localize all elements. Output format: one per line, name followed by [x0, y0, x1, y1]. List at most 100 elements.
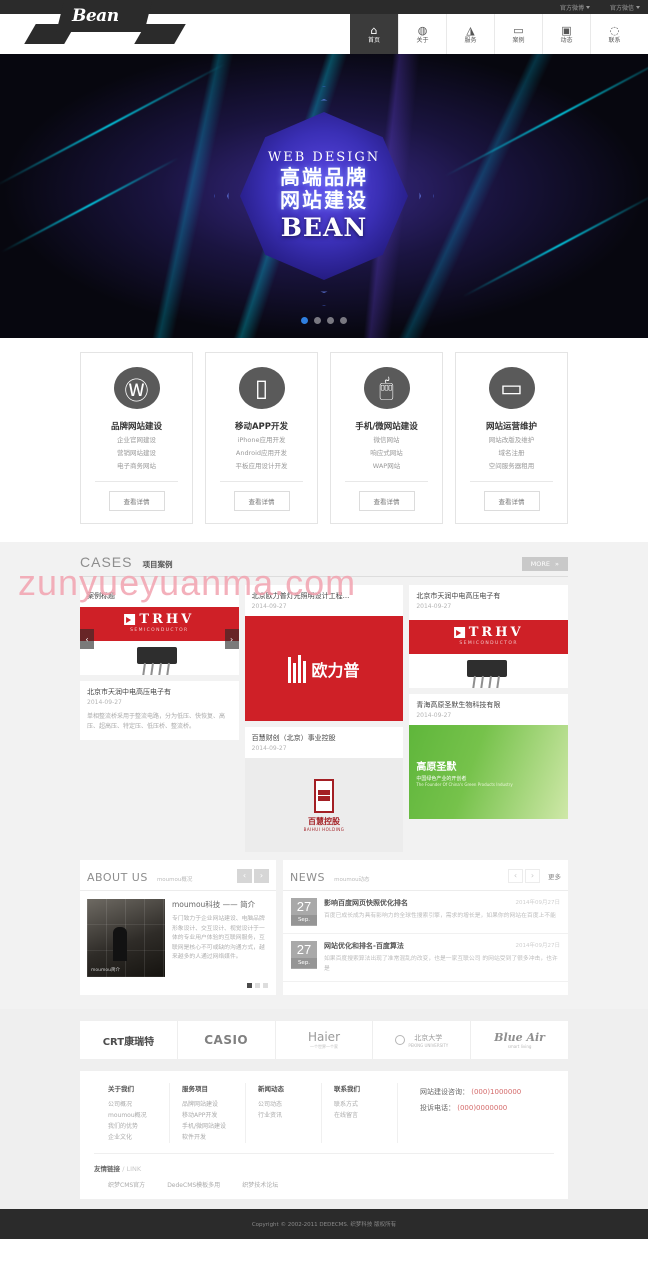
logo[interactable]: Bean: [0, 2, 350, 54]
service-line: 电子商务网站: [117, 462, 156, 471]
service-title: 网站运营维护: [485, 422, 537, 433]
window-icon: ▭: [513, 23, 524, 37]
news-month: Sep.: [291, 958, 317, 968]
service-detail-button[interactable]: 查看详情: [233, 491, 290, 511]
nav-item-about[interactable]: ◍ 关于: [398, 14, 446, 54]
news-date-badge: 27 Sep.: [291, 941, 317, 969]
news-title-en: NEWS: [290, 871, 326, 884]
case-image-baihui: 百慧控股 BAIHUI HOLDING: [244, 758, 404, 852]
about-header: ABOUT US moumou概况 ‹ ›: [80, 860, 276, 891]
news-next-button[interactable]: ›: [525, 868, 540, 883]
partner-logo-casio[interactable]: CASIO: [178, 1021, 276, 1059]
partner-sub: PEKING UNIVERSITY: [408, 1042, 449, 1048]
case-card-featured[interactable]: 案例标题 TRHV SEMICONDUCTOR ‹ ›: [80, 585, 239, 675]
friend-link[interactable]: 织梦技术论坛: [242, 1180, 278, 1189]
footer-link[interactable]: 品牌网站建设: [182, 1099, 245, 1110]
nav-item-news[interactable]: ▣ 动态: [542, 14, 590, 54]
case-prev-arrow[interactable]: ‹: [80, 629, 94, 649]
news-more-link[interactable]: 更多: [548, 871, 561, 881]
about-dot-2[interactable]: [255, 983, 260, 988]
hero-dot-3[interactable]: [327, 317, 334, 324]
footer-link[interactable]: 我们的优势: [108, 1121, 169, 1132]
about-dot-1[interactable]: [247, 983, 252, 988]
topbar-item-weibo[interactable]: 官方微博: [560, 3, 590, 12]
case-card-green[interactable]: 青海高原圣默生物科技有限 2014-09-27 高原圣默 中国绿色产业的开创者 …: [409, 694, 568, 819]
footer-link[interactable]: 联系方式: [334, 1099, 397, 1110]
partner-logo-haier[interactable]: Haier 一个世界一个家: [276, 1021, 374, 1059]
news-day: 27: [296, 899, 312, 914]
about-image: moumou简介: [87, 899, 165, 977]
case-next-arrow[interactable]: ›: [224, 629, 239, 649]
news-month: Sep.: [291, 915, 317, 925]
nav-item-home[interactable]: ⌂ 首页: [350, 14, 398, 54]
divider: [219, 481, 304, 482]
friend-links-title-cn: 友情链接: [94, 1165, 120, 1173]
about-paragraph: 专门致力于企业网站建设、电脑品牌形象设计、交互设计、视觉设计于一体的专业用户体验…: [172, 916, 265, 960]
topbar-item-wechat[interactable]: 官方微信: [610, 3, 640, 12]
footer-link[interactable]: 企业文化: [108, 1132, 169, 1143]
service-card-app-development[interactable]: ▯ 移动APP开发 iPhone应用开发 Android应用开发 平板应用设计开…: [205, 352, 318, 524]
hero-text: WEB DESIGN 高端品牌 网站建设 BEAN: [234, 150, 414, 242]
service-card-brand-website[interactable]: Ⓦ 品牌网站建设 企业官网建设 营销网站建设 电子商务网站 查看详情: [80, 352, 193, 524]
case-title: 北京市天润中电高压电子有: [416, 592, 501, 600]
case-card-text[interactable]: 北京市天润中电高压电子有 2014-09-27 单相整流桥采用于整流电路，分为低…: [80, 681, 239, 740]
news-body: 2014年09月27日 影响百度网页快照优化排名 百度已成长成为具有影响力的全球…: [324, 898, 560, 926]
footer-column-title: 新闻动态: [258, 1085, 284, 1093]
news-item[interactable]: 27 Sep. 2014年09月27日 网站优化和排名-百度算法 如果百度搜索算…: [283, 934, 568, 982]
service-card-website-maintenance[interactable]: ▭ 网站运营维护 网站改版及维护 域名注册 空间服务器租用 查看详情: [455, 352, 568, 524]
footer-link[interactable]: 在线留言: [334, 1110, 397, 1121]
footer-link[interactable]: 行业资讯: [258, 1110, 321, 1121]
service-detail-button[interactable]: 查看详情: [483, 491, 540, 511]
about-dot-3[interactable]: [263, 983, 268, 988]
friend-link[interactable]: DedeCMS模板多用: [167, 1180, 220, 1189]
footer-link[interactable]: 移动APP开发: [182, 1110, 245, 1121]
oulipu-logo-text: 欧力普: [311, 660, 360, 680]
green-banner-title: 高原圣默: [416, 761, 457, 773]
news-item[interactable]: 27 Sep. 2014年09月27日 影响百度网页快照优化排名 百度已成长成为…: [283, 891, 568, 934]
nav-item-cases[interactable]: ▭ 案例: [494, 14, 542, 54]
partner-logo-crt[interactable]: CRT康瑞特: [80, 1021, 178, 1059]
case-card-oulipu[interactable]: 北京欧力普灯光照明设计工程... 2014-09-27 欧力普: [244, 585, 404, 721]
chip-illustration: [129, 647, 189, 675]
case-title: 案例标题: [87, 592, 115, 600]
service-line: 域名注册: [498, 449, 525, 458]
service-detail-button[interactable]: 查看详情: [358, 491, 415, 511]
case-image-trhv: TRHV SEMICONDUCTOR: [80, 603, 239, 675]
about-body: moumou简介 moumou科技 —— 简介 专门致力于企业网站建设、电脑品牌…: [80, 891, 276, 983]
baihui-mark-icon: [313, 778, 334, 813]
news-prev-button[interactable]: ‹: [508, 868, 523, 883]
friend-link[interactable]: 织梦CMS官方: [108, 1180, 145, 1189]
case-image-green: 高原圣默 中国绿色产业的开创者 The Founder Of China's G…: [409, 725, 568, 819]
divider: [344, 481, 429, 482]
footer-link[interactable]: 手机/微网站建设: [182, 1121, 245, 1132]
service-detail-button[interactable]: 查看详情: [108, 491, 165, 511]
footer-phones: 网站建设咨询： (000)1000000 投诉电话： (000)0000000: [398, 1083, 521, 1143]
mouse-icon: 🖱: [363, 367, 410, 410]
nav-item-contact[interactable]: ◌ 联系: [590, 14, 638, 54]
cases-title-en: CASES: [80, 554, 133, 570]
news-title-cn: moumou动态: [334, 877, 370, 883]
footer-link[interactable]: 软件开发: [182, 1132, 245, 1143]
friend-links-row: 织梦CMS官方 DedeCMS模板多用 织梦技术论坛: [94, 1173, 554, 1191]
partner-logo-peking-university[interactable]: 北京大学 PEKING UNIVERSITY: [373, 1021, 472, 1059]
partner-logo-blueair[interactable]: Blue Air smart living: [471, 1021, 568, 1059]
footer-link[interactable]: moumou概况: [108, 1110, 169, 1121]
cases-more-button[interactable]: MORE »: [521, 557, 568, 571]
hero-dot-4[interactable]: [340, 317, 347, 324]
service-title: 移动APP开发: [234, 422, 289, 433]
news-panel: NEWS moumou动态 ‹ › 更多 27 Sep. 2014年09月27日: [283, 860, 568, 995]
case-card-tianrun[interactable]: 北京市天润中电高压电子有 2014-09-27 TRHV SEMICONDUCT…: [409, 585, 568, 688]
partner-name: CRT康瑞特: [102, 1036, 155, 1048]
nav-item-services[interactable]: ◮ 服务: [446, 14, 494, 54]
service-card-mobile-website[interactable]: 🖱 手机/微网站建设 微信网站 响应式网站 WAP网站 查看详情: [330, 352, 443, 524]
news-header: NEWS moumou动态 ‹ › 更多: [283, 860, 568, 891]
hero-dot-2[interactable]: [314, 317, 321, 324]
hero-dot-1[interactable]: [301, 317, 308, 324]
cases-grid: 案例标题 TRHV SEMICONDUCTOR ‹ › 北京市天润中电高压电子有…: [80, 585, 568, 852]
about-next-button[interactable]: ›: [254, 868, 269, 883]
about-prev-button[interactable]: ‹: [237, 868, 252, 883]
hero-banner[interactable]: WEB DESIGN 高端品牌 网站建设 BEAN: [0, 54, 648, 338]
footer-link[interactable]: 公司动态: [258, 1099, 321, 1110]
case-card-baihui[interactable]: 百慧财创（北京）事业控股 2014-09-27 百慧控股 BAIHUI HOLD…: [244, 727, 404, 852]
footer-link[interactable]: 公司概况: [108, 1099, 169, 1110]
